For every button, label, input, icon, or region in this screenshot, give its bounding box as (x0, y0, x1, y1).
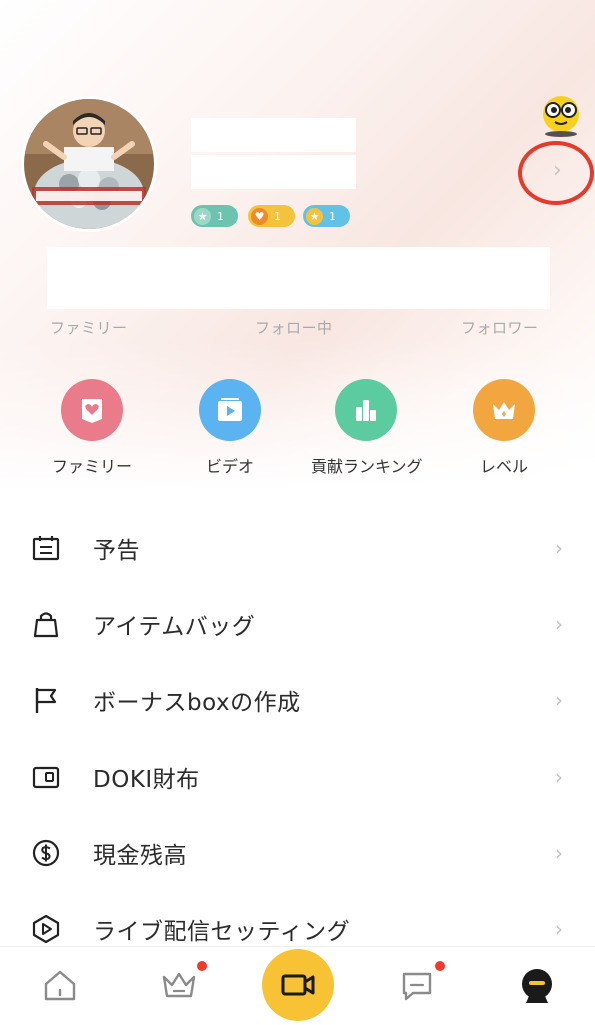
chat-icon (402, 972, 432, 1001)
stats-values-redacted (47, 247, 550, 309)
chevron-right-icon: › (555, 536, 563, 560)
ranking-icon (335, 379, 397, 441)
dollar-icon (30, 837, 62, 869)
family-icon (61, 379, 123, 441)
quick-action-label: レベル (479, 457, 528, 476)
level-badge-3[interactable]: ★ 1 (303, 205, 350, 227)
quick-action-family[interactable]: ファミリー (37, 379, 147, 477)
chevron-right-icon: › (555, 688, 563, 712)
tab-messages[interactable] (377, 947, 457, 1025)
chevron-right-icon: › (555, 765, 563, 789)
badge-value: 1 (274, 209, 281, 223)
menu-item-item-bag[interactable]: アイテムバッグ › (0, 594, 595, 654)
menu-item-label: DOKI財布 (93, 767, 200, 793)
wallet-icon (30, 761, 62, 793)
menu-item-schedule[interactable]: 予告 › (0, 518, 595, 578)
bottom-tab-bar (0, 946, 595, 1025)
play-hexagon-icon (30, 913, 62, 945)
menu-item-label: ライブ配信セッティング (93, 919, 351, 945)
heart-icon: ♥ (251, 207, 268, 225)
stats-label-family[interactable]: ファミリー (50, 317, 128, 338)
menu-item-cash-balance[interactable]: 現金残高 › (0, 823, 595, 883)
username-redacted (191, 118, 356, 152)
badge-value: 1 (329, 209, 336, 223)
menu-item-bonus-box[interactable]: ボーナスboxの作成 › (0, 670, 595, 730)
home-icon (44, 970, 76, 1001)
chevron-right-icon: › (555, 612, 563, 636)
badge-value: 1 (217, 209, 224, 223)
tab-go-live[interactable] (258, 947, 338, 1025)
tab-home[interactable] (20, 947, 100, 1025)
flag-icon (30, 684, 62, 716)
crown-icon (162, 972, 196, 998)
level-badge-2[interactable]: ♥ 1 (248, 205, 295, 227)
quick-action-label: ファミリー (51, 457, 132, 476)
stats-label-following[interactable]: フォロー中 (255, 317, 333, 338)
tab-profile[interactable] (497, 947, 577, 1025)
menu-item-label: 現金残高 (93, 843, 187, 869)
calendar-icon (30, 532, 62, 564)
notification-dot (197, 961, 207, 971)
mascot-icon[interactable] (537, 92, 585, 138)
menu-item-label: 予告 (93, 538, 140, 564)
level-badge-1[interactable]: ★ 1 (191, 205, 238, 227)
menu-item-label: ボーナスboxの作成 (93, 690, 301, 716)
chevron-right-icon: › (555, 917, 563, 941)
camera-icon (262, 949, 334, 1021)
quick-action-ranking[interactable]: 貢献ランキング (311, 379, 423, 477)
tab-ranking[interactable] (139, 947, 219, 1025)
notification-dot (435, 961, 445, 971)
video-icon (199, 379, 261, 441)
highlight-circle (518, 141, 594, 205)
level-crown-icon (473, 379, 535, 441)
avatar[interactable] (24, 99, 154, 229)
chevron-right-icon: › (555, 841, 563, 865)
stats-label-followers[interactable]: フォロワー (461, 317, 539, 338)
user-id-redacted (191, 155, 356, 189)
avatar-image (24, 99, 154, 229)
quick-action-video[interactable]: ビデオ (175, 379, 285, 477)
quick-action-label: 貢献ランキング (311, 457, 423, 476)
profile-mascot-icon (522, 969, 552, 1003)
quick-action-label: ビデオ (205, 457, 254, 476)
menu-item-doki-wallet[interactable]: DOKI財布 › (0, 747, 595, 807)
star-icon: ★ (194, 207, 211, 225)
quick-action-level[interactable]: レベル (449, 379, 559, 477)
menu-item-label: アイテムバッグ (93, 614, 256, 640)
star-icon: ★ (306, 207, 323, 225)
bag-icon (30, 608, 62, 640)
